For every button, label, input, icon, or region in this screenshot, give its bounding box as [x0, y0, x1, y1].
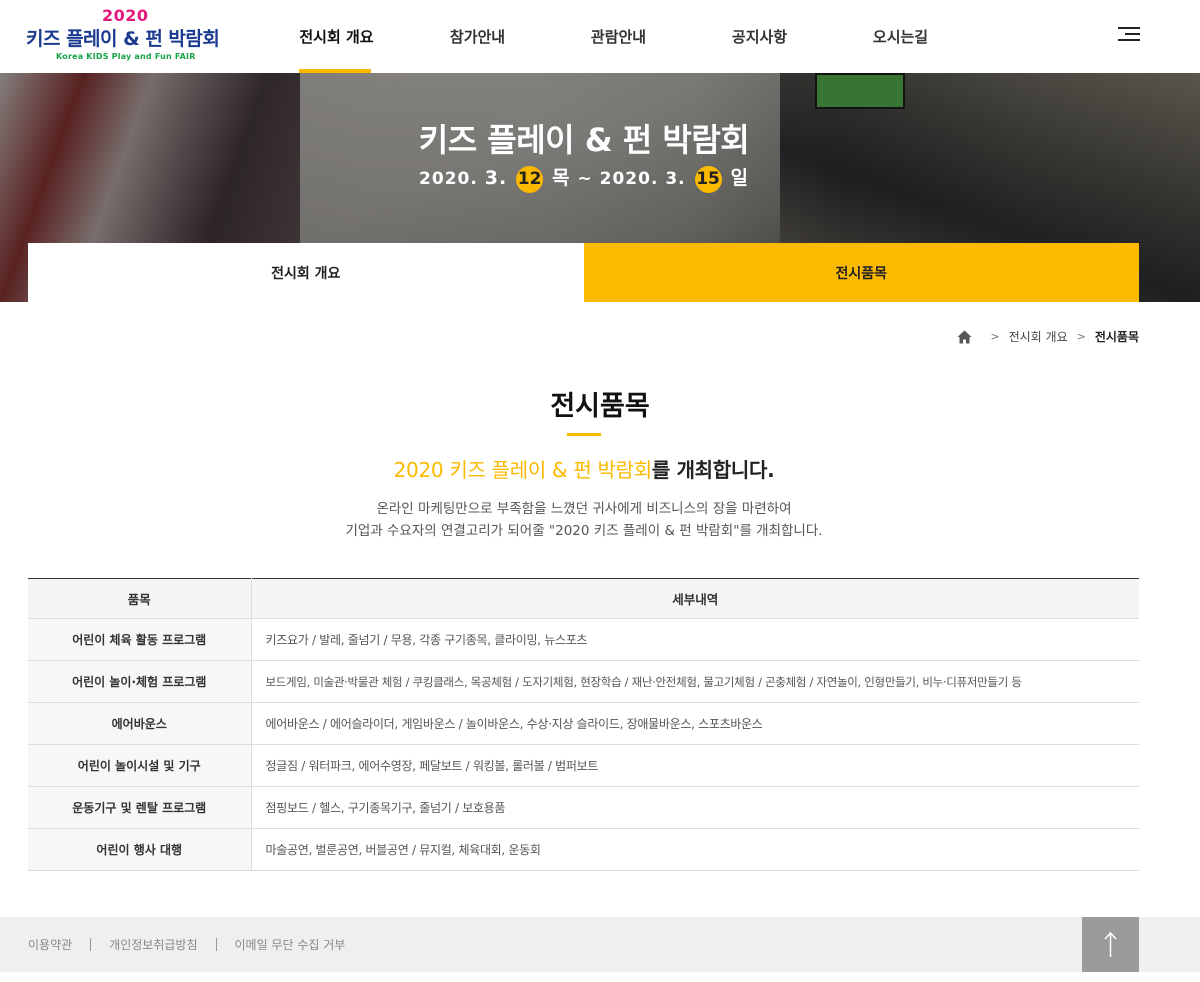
logo-title: 키즈 플레이 & 펀 박람회 — [26, 28, 220, 50]
tab-overview[interactable]: 전시회 개요 — [28, 243, 584, 302]
main-nav: 전시회 개요 참가안내 관람안내 공지사항 오시는길 — [266, 0, 971, 73]
chevron-right-icon: > — [1076, 330, 1086, 343]
footer-links: 이용약관 개인정보취급방침 이메일 무단 수집 거부 — [28, 936, 345, 953]
row-item: 에어바운스 — [28, 702, 252, 745]
logo-year: 2020 — [102, 6, 149, 25]
row-item: 어린이 체육 활동 프로그램 — [28, 618, 252, 661]
breadcrumb-item-current: 전시품목 — [1094, 330, 1139, 344]
description-line-2: 기업과 수요자의 연결고리가 되어줄 "2020 키즈 플레이 & 펀 박람회"… — [345, 523, 823, 539]
row-detail: 키즈요가 / 발레, 줄넘기 / 무용, 각종 구기종목, 클라이밍, 뉴스포츠 — [251, 618, 1139, 661]
date-start-weekday: 목 — [552, 167, 571, 189]
column-header-detail: 세부내역 — [251, 578, 1139, 619]
hero-title: 키즈 플레이 & 펀 박람회 — [418, 121, 750, 159]
date-end-prefix: 2020. 3. — [599, 169, 686, 189]
nav-item-visitor-info[interactable]: 관람안내 — [548, 0, 689, 73]
row-item: 어린이 놀이시설 및 기구 — [28, 744, 252, 787]
table-row: 어린이 놀이시설 및 기구 정글짐 / 워터파크, 에어수영장, 페달보트 / … — [28, 744, 1139, 787]
date-end-weekday: 일 — [730, 167, 749, 189]
arrow-up-icon — [1104, 931, 1117, 957]
row-detail: 점핑보드 / 헬스, 구기종목기구, 줄넘기 / 보호용품 — [251, 786, 1139, 829]
footer-divider — [90, 938, 92, 951]
scroll-top-button[interactable] — [1082, 917, 1139, 972]
date-end-day-badge: 15 — [694, 165, 722, 193]
column-header-item: 품목 — [28, 578, 252, 619]
table-row: 어린이 행사 대행 마술공연, 벌룬공연, 버블공연 / 뮤지컬, 체육대회, … — [28, 828, 1139, 871]
headline-rest: 를 개최합니다. — [651, 458, 775, 482]
footer-divider — [215, 938, 217, 951]
footer-link-terms[interactable]: 이용약관 — [28, 936, 72, 953]
date-start-prefix: 2020. — [419, 169, 478, 189]
hamburger-icon[interactable] — [1118, 24, 1140, 44]
description-line-1: 온라인 마케팅만으로 부족함을 느꼈던 귀사에게 비즈니스의 장을 마련하여 — [376, 501, 792, 517]
sub-tabs: 전시회 개요 전시품목 — [28, 243, 1139, 302]
title-underline — [567, 433, 601, 436]
hero-date: 2020. 3. 12 목 ~ 2020. 3. 15 일 — [0, 163, 1168, 193]
table-header-row: 품목 세부내역 — [28, 578, 1139, 619]
table-row: 어린이 놀이·체험 프로그램 보드게임, 미술관·박물관 체험 / 쿠킹클래스,… — [28, 660, 1139, 703]
description: 온라인 마케팅만으로 부족함을 느꼈던 귀사에게 비즈니스의 장을 마련하여 기… — [0, 498, 1168, 542]
breadcrumb-item-overview[interactable]: 전시회 개요 — [1009, 328, 1068, 345]
row-item: 어린이 행사 대행 — [28, 828, 252, 871]
row-detail: 마술공연, 벌룬공연, 버블공연 / 뮤지컬, 체육대회, 운동회 — [251, 828, 1139, 871]
nav-item-participation[interactable]: 참가안내 — [407, 0, 548, 73]
nav-item-notice[interactable]: 공지사항 — [689, 0, 830, 73]
date-start-month: 3. — [484, 167, 508, 189]
site-header: 2020 키즈 플레이 & 펀 박람회 Korea KIDS Play and … — [0, 0, 1200, 73]
home-icon[interactable] — [957, 330, 972, 344]
site-logo[interactable]: 2020 키즈 플레이 & 펀 박람회 Korea KIDS Play and … — [26, 6, 226, 66]
nav-item-overview[interactable]: 전시회 개요 — [266, 0, 407, 73]
breadcrumb: > 전시회 개요 > 전시품목 — [957, 328, 1139, 345]
row-item: 운동기구 및 렌탈 프로그램 — [28, 786, 252, 829]
row-detail: 정글짐 / 워터파크, 에어수영장, 페달보트 / 워킹볼, 롤러볼 / 범퍼보… — [251, 744, 1139, 787]
tab-exhibition-items[interactable]: 전시품목 — [583, 243, 1139, 302]
date-start-day-badge: 12 — [516, 165, 544, 193]
page-title: 전시품목 — [550, 391, 650, 422]
table-row: 운동기구 및 렌탈 프로그램 점핑보드 / 헬스, 구기종목기구, 줄넘기 / … — [28, 786, 1139, 829]
table-row: 에어바운스 에어바운스 / 에어슬라이더, 게임바운스 / 놀이바운스, 수상·… — [28, 702, 1139, 745]
logo-subtitle: Korea KIDS Play and Fun FAIR — [56, 52, 196, 61]
site-footer: 이용약관 개인정보취급방침 이메일 무단 수집 거부 — [0, 917, 1200, 972]
date-separator: ~ — [577, 169, 593, 189]
footer-link-no-email-collection[interactable]: 이메일 무단 수집 거부 — [235, 936, 346, 953]
row-item: 어린이 놀이·체험 프로그램 — [28, 660, 252, 703]
chevron-right-icon: > — [990, 330, 1000, 343]
exhibition-items-table: 품목 세부내역 어린이 체육 활동 프로그램 키즈요가 / 발레, 줄넘기 / … — [28, 578, 1139, 871]
row-detail: 에어바운스 / 에어슬라이더, 게임바운스 / 놀이바운스, 수상·지상 슬라이… — [251, 702, 1139, 745]
table-row: 어린이 체육 활동 프로그램 키즈요가 / 발레, 줄넘기 / 무용, 각종 구… — [28, 618, 1139, 661]
row-detail: 보드게임, 미술관·박물관 체험 / 쿠킹클래스, 목공체험 / 도자기체험, … — [251, 660, 1139, 703]
headline: 2020 키즈 플레이 & 펀 박람회를 개최합니다. — [0, 454, 1168, 483]
headline-highlight: 2020 키즈 플레이 & 펀 박람회 — [393, 458, 652, 482]
footer-link-privacy[interactable]: 개인정보취급방침 — [109, 936, 197, 953]
nav-item-directions[interactable]: 오시는길 — [830, 0, 971, 73]
